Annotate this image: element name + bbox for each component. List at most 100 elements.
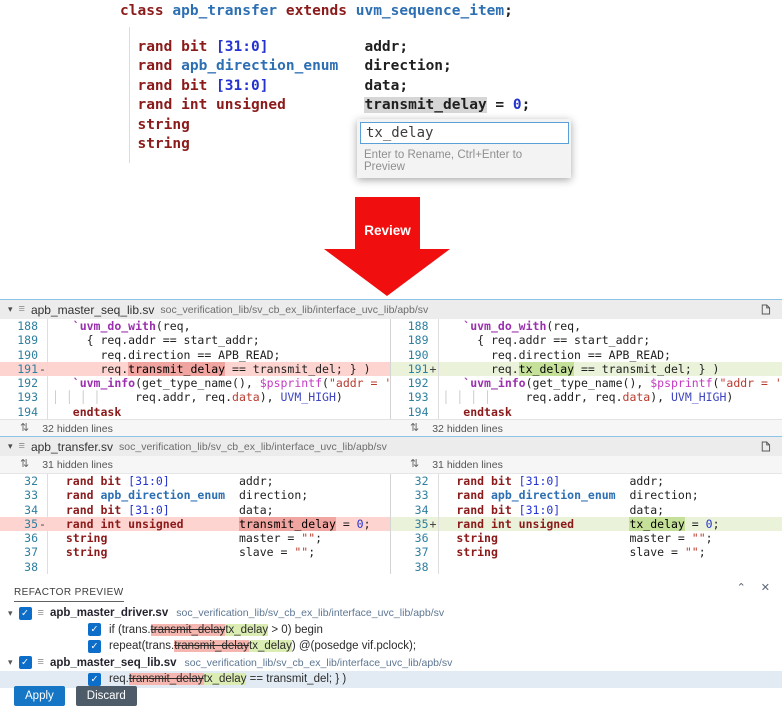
- preview-file-row[interactable]: ▾✓≡apb_master_driver.svsoc_verification_…: [0, 605, 782, 622]
- diff-code-line[interactable]: 188 `uvm_do_with(req,: [0, 319, 390, 333]
- code-token: [52, 503, 66, 517]
- code-text: req.tx_delay == transmit_del; } ): [438, 362, 782, 376]
- diff-code-line[interactable]: 194 endtask: [0, 405, 390, 419]
- diff-sign: [38, 560, 47, 574]
- code-token: transmit_delay: [364, 97, 486, 113]
- code-token: [443, 503, 457, 517]
- diff-code-line[interactable]: 194 endtask: [391, 405, 782, 419]
- diff-filename: apb_master_seq_lib.sv: [31, 303, 154, 317]
- line-number: 190: [0, 348, 38, 362]
- code-token: transmit_delay: [239, 517, 336, 531]
- code-token: "addr = 'h%0h,: [329, 376, 390, 390]
- diff-sign: [429, 405, 438, 419]
- hidden-lines-label: 32 hidden lines: [432, 423, 503, 435]
- line-number: 189: [391, 333, 429, 347]
- diff-code-line[interactable]: 37 string slave = "";: [391, 545, 782, 559]
- diff-code-line[interactable]: 33 rand apb_direction_enum direction;: [0, 488, 390, 502]
- diff-code-line[interactable]: 188 `uvm_do_with(req,: [391, 319, 782, 333]
- diff-code-line[interactable]: 36 string master = "";: [0, 531, 390, 545]
- code-token: == transmit_del; } ): [574, 362, 719, 376]
- preview-filepath: soc_verification_lib/sv_cb_ex_lib/interf…: [185, 657, 453, 669]
- chevron-down-icon[interactable]: ▾: [8, 305, 13, 314]
- code-token: [31:0]: [128, 474, 170, 488]
- diff-code-line[interactable]: 192 `uvm_info(get_type_name(), $psprintf…: [391, 376, 782, 390]
- code-token: [443, 376, 464, 390]
- code-text: rand int unsigned tx_delay = 0;: [438, 517, 782, 531]
- preview-change-row[interactable]: ✓if (trans.transmit_delaytx_delay > 0) b…: [0, 622, 782, 639]
- snippet-line: rand bit [31:0] addr;: [120, 38, 530, 58]
- change-checkbox[interactable]: ✓: [88, 623, 101, 636]
- code-token: tx_delay: [519, 362, 574, 376]
- diff-code-line[interactable]: 38: [0, 560, 390, 574]
- change-fragment: ) @(posedge vif.pclock);: [292, 640, 416, 652]
- file-checkbox[interactable]: ✓: [19, 656, 32, 669]
- unfold-icon[interactable]: ⇅: [410, 459, 419, 470]
- diff-code-line[interactable]: 193│ │ │ │ req.addr, req.data), UVM_HIGH…: [391, 390, 782, 404]
- diff-code-line[interactable]: 36 string master = "";: [391, 531, 782, 545]
- unfold-icon[interactable]: ⇅: [20, 423, 29, 434]
- diff-code-line[interactable]: 193│ │ │ │ req.addr, req.data), UVM_HIGH…: [0, 390, 390, 404]
- code-token: string: [137, 117, 189, 133]
- diff-code-line[interactable]: 34 rand bit [31:0] data;: [0, 503, 390, 517]
- preview-file-row[interactable]: ▾✓≡apb_master_seq_lib.svsoc_verification…: [0, 655, 782, 672]
- collapse-panel-icon[interactable]: ⌃: [737, 581, 746, 594]
- diff-code-line[interactable]: 190 req.direction == APB_READ;: [0, 348, 390, 362]
- change-checkbox[interactable]: ✓: [88, 640, 101, 653]
- diff-code-line[interactable]: 190 req.direction == APB_READ;: [391, 348, 782, 362]
- code-token: apb_direction_enum: [491, 488, 616, 502]
- code-token: =: [336, 517, 357, 531]
- diff-code-line[interactable]: 189 { req.addr == start_addr;: [0, 333, 390, 347]
- diff-code-line[interactable]: 192 `uvm_info(get_type_name(), $psprintf…: [0, 376, 390, 390]
- code-token: (req,: [546, 319, 581, 333]
- diff-header[interactable]: ▾ ≡ apb_master_seq_lib.sv soc_verificati…: [0, 300, 782, 319]
- diff-code-line[interactable]: 191+ req.tx_delay == transmit_del; } ): [391, 362, 782, 376]
- diff-code-line[interactable]: 37 string slave = "";: [0, 545, 390, 559]
- unfold-icon[interactable]: ⇅: [20, 459, 29, 470]
- code-token: ;: [308, 545, 315, 559]
- apply-button[interactable]: Apply: [14, 686, 65, 706]
- chevron-down-icon[interactable]: ▾: [8, 609, 13, 618]
- diff-code-line[interactable]: 34 rand bit [31:0] data;: [391, 503, 782, 517]
- code-token: [443, 474, 457, 488]
- code-token: 0: [706, 517, 713, 531]
- chevron-down-icon[interactable]: ▾: [8, 442, 13, 451]
- diff-header[interactable]: ▾ ≡ apb_transfer.sv soc_verification_lib…: [0, 437, 782, 456]
- code-token: string: [456, 531, 498, 545]
- close-panel-icon[interactable]: ✕: [761, 581, 770, 594]
- code-token: [31:0]: [519, 503, 561, 517]
- code-token: UVM_HIGH: [671, 390, 726, 404]
- rename-hint: Enter to Rename, Ctrl+Enter to Preview: [357, 147, 571, 178]
- hidden-lines-bar[interactable]: ⇅ 31 hidden lines ⇅ 31 hidden lines: [0, 456, 782, 474]
- code-token: transmit_delay: [128, 362, 225, 376]
- change-checkbox[interactable]: ✓: [88, 673, 101, 686]
- discard-button[interactable]: Discard: [76, 686, 137, 706]
- diff-filepath: soc_verification_lib/sv_cb_ex_lib/interf…: [119, 441, 387, 453]
- code-token: slave =: [107, 545, 294, 559]
- open-file-icon[interactable]: [759, 303, 772, 321]
- code-token: 0: [513, 97, 522, 113]
- diff-code-line[interactable]: 191- req.transmit_delay == transmit_del;…: [0, 362, 390, 376]
- unfold-icon[interactable]: ⇅: [410, 423, 419, 434]
- diff-code-line[interactable]: 32 rand bit [31:0] addr;: [391, 474, 782, 488]
- rename-input[interactable]: [360, 122, 569, 144]
- diff-code-line[interactable]: 189 { req.addr == start_addr;: [391, 333, 782, 347]
- code-token: ),: [260, 390, 281, 404]
- diff-pane-modified: 188 `uvm_do_with(req,189 { req.addr == s…: [390, 319, 782, 419]
- line-number: 33: [0, 488, 38, 502]
- diff-code-line[interactable]: 38: [391, 560, 782, 574]
- diff-code-line[interactable]: 33 rand apb_direction_enum direction;: [391, 488, 782, 502]
- preview-change-row[interactable]: ✓repeat(trans.transmit_delaytx_delay) @(…: [0, 638, 782, 655]
- diff-code-line[interactable]: 35+ rand int unsigned tx_delay = 0;: [391, 517, 782, 531]
- open-file-icon[interactable]: [759, 440, 772, 458]
- diff-code-line[interactable]: 35- rand int unsigned transmit_delay = 0…: [0, 517, 390, 531]
- file-checkbox[interactable]: ✓: [19, 607, 32, 620]
- chevron-down-icon[interactable]: ▾: [8, 658, 13, 667]
- code-token: [52, 319, 73, 333]
- line-number: 188: [391, 319, 429, 333]
- code-token: req.addr, req.: [107, 390, 232, 404]
- diff-sign: [429, 376, 438, 390]
- hidden-lines-bar[interactable]: ⇅ 32 hidden lines ⇅ 32 hidden lines: [0, 419, 782, 437]
- diff-code-line[interactable]: 32 rand bit [31:0] addr;: [0, 474, 390, 488]
- diff-sign: [429, 319, 438, 333]
- code-text: string slave = "";: [438, 545, 782, 559]
